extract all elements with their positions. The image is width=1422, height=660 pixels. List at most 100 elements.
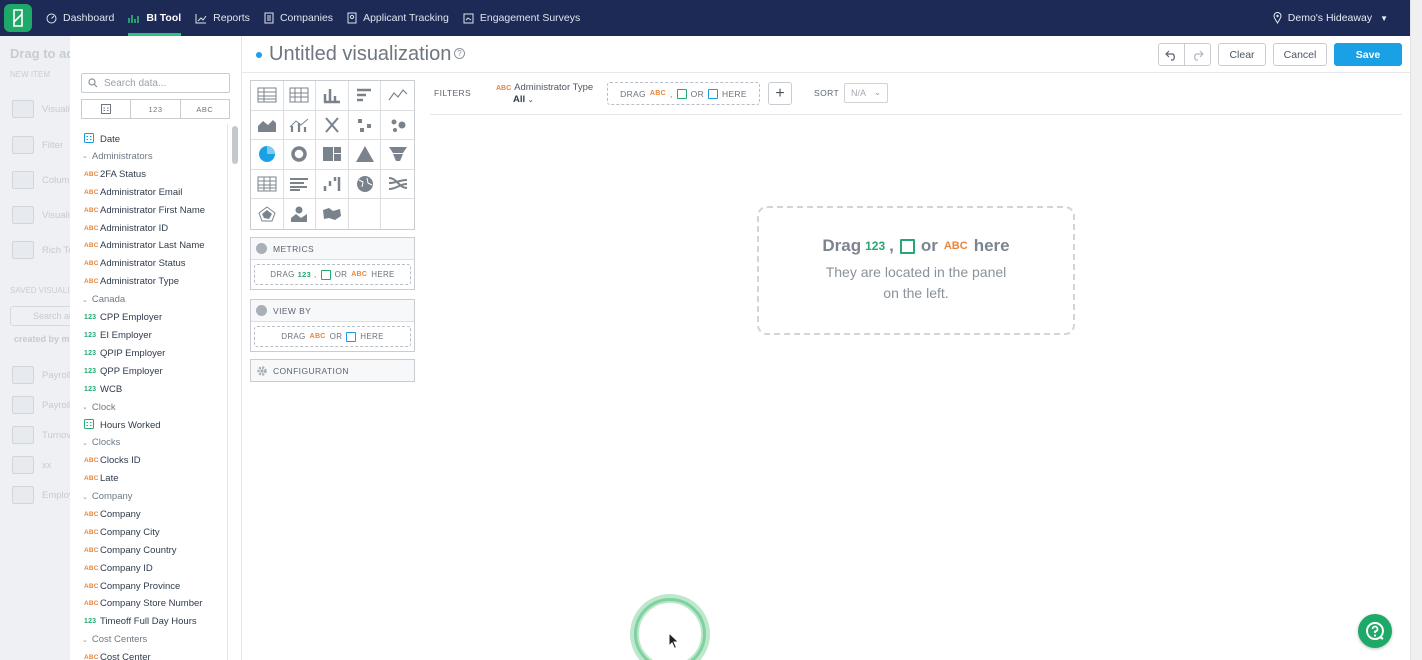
location-selector[interactable]: Demo's Hideaway ▼ xyxy=(1273,0,1388,36)
chart-type-button[interactable] xyxy=(251,81,284,111)
chart-type-button[interactable] xyxy=(381,170,414,200)
undo-button[interactable] xyxy=(1158,43,1185,66)
tab-date-fields[interactable] xyxy=(82,100,132,118)
field-group-header[interactable]: ⌄ Administrators xyxy=(82,151,153,162)
view-by-drop-zone[interactable]: DRAG ABC OR HERE xyxy=(254,326,411,347)
metrics-label: METRICS xyxy=(273,243,315,254)
clear-button[interactable]: Clear xyxy=(1218,43,1266,66)
reports-icon xyxy=(195,13,207,23)
field-group-header[interactable]: ⌄ Clock xyxy=(82,402,116,413)
chart-type-button[interactable] xyxy=(251,140,284,170)
app-logo[interactable] xyxy=(4,4,32,32)
data-field[interactable]: 123 Timeoff Full Day Hours xyxy=(84,616,197,627)
field-group-header[interactable]: ⌄ Company xyxy=(82,491,133,502)
chart-type-button[interactable] xyxy=(348,110,382,141)
data-field[interactable]: ABC Company ID xyxy=(84,563,153,574)
chart-type-button[interactable] xyxy=(381,81,414,111)
data-field[interactable]: ABC 2FA Status xyxy=(84,169,146,180)
chart-type-button[interactable] xyxy=(283,81,317,111)
nav-dashboard[interactable]: Dashboard xyxy=(46,0,114,36)
chart-type-button[interactable] xyxy=(381,140,414,170)
date-type-icon xyxy=(676,88,687,99)
nav-bi-tool[interactable]: BI Tool xyxy=(128,0,181,36)
gear-icon xyxy=(257,365,267,376)
data-field[interactable]: 123 CPP Employer xyxy=(84,312,162,323)
data-field[interactable]: ABC Late xyxy=(84,473,119,484)
chart-type-button[interactable] xyxy=(316,81,349,111)
data-type-tabs: 123 ABC xyxy=(81,99,230,119)
data-field[interactable]: ABC Administrator Last Name xyxy=(84,240,205,251)
visualization-title[interactable]: Untitled visualization xyxy=(269,43,451,66)
data-field[interactable]: ABC Administrator Email xyxy=(84,187,182,198)
help-icon[interactable]: ? xyxy=(454,48,465,59)
text-type-icon: ABC xyxy=(84,475,99,483)
chart-type-button[interactable] xyxy=(251,199,284,229)
canvas-drop-zone[interactable]: Drag 123, or ABC here They are located i… xyxy=(757,206,1075,335)
view-by-header[interactable]: VIEW BY xyxy=(251,300,414,321)
chart-type-button[interactable] xyxy=(348,81,382,111)
data-search-box[interactable] xyxy=(81,73,230,93)
tab-number-fields[interactable]: 123 xyxy=(131,100,181,118)
metrics-drop-zone[interactable]: DRAG 123, OR ABC HERE xyxy=(254,264,411,285)
nav-applicant-tracking[interactable]: Applicant Tracking xyxy=(347,0,449,36)
chart-type-button[interactable] xyxy=(283,110,317,141)
field-group-header[interactable]: ⌄ Cost Centers xyxy=(82,634,147,645)
help-chat-button[interactable] xyxy=(1358,614,1392,648)
save-button[interactable]: Save xyxy=(1334,43,1402,66)
chart-type-button[interactable] xyxy=(284,199,317,229)
data-field[interactable]: ABC Clocks ID xyxy=(84,455,141,466)
field-list-scrollbar[interactable] xyxy=(227,124,241,660)
configuration-header[interactable]: CONFIGURATION xyxy=(251,360,414,381)
data-field[interactable]: Hours Worked xyxy=(84,419,161,431)
tab-text-fields[interactable]: ABC xyxy=(181,100,229,118)
metrics-section: METRICS DRAG 123, OR ABC HERE xyxy=(250,237,415,290)
filter-administrator-type[interactable]: ABC Administrator Type All ⌄ xyxy=(496,82,593,105)
data-field[interactable]: 123 QPIP Employer xyxy=(84,348,165,359)
add-filter-button[interactable]: + xyxy=(768,82,792,105)
loading-spinner-ring xyxy=(634,598,706,660)
data-field[interactable]: ABC Administrator First Name xyxy=(84,205,205,216)
chart-type-button[interactable] xyxy=(381,111,414,141)
data-field[interactable]: ABC Company Store Number xyxy=(84,598,202,609)
filter-drop-zone[interactable]: DRAG ABC, OR HERE xyxy=(607,82,760,105)
data-field[interactable]: ABC Administrator Type xyxy=(84,276,179,287)
chevron-down-icon: ▼ xyxy=(1380,13,1388,23)
chart-type-button[interactable] xyxy=(283,140,317,170)
data-field[interactable]: ABC Administrator Status xyxy=(84,258,186,269)
data-field[interactable]: ABC Administrator ID xyxy=(84,223,168,234)
data-field[interactable]: ABC Company Province xyxy=(84,581,180,592)
field-group-label: Administrators xyxy=(91,150,153,162)
chart-type-button[interactable] xyxy=(348,169,382,200)
redo-button[interactable] xyxy=(1184,43,1211,66)
sort-select[interactable]: N/A ⌄ xyxy=(844,83,888,103)
radar-chart-icon xyxy=(258,206,276,222)
chart-type-button[interactable] xyxy=(251,169,284,200)
data-field[interactable]: 123 WCB xyxy=(84,384,122,395)
chart-type-button[interactable] xyxy=(283,169,317,200)
chart-type-button[interactable] xyxy=(316,199,349,229)
chart-type-button[interactable] xyxy=(251,110,284,141)
data-search-input[interactable] xyxy=(104,77,224,89)
data-field[interactable]: ABC Company Country xyxy=(84,545,177,556)
cancel-button[interactable]: Cancel xyxy=(1273,43,1327,66)
nav-companies[interactable]: Companies xyxy=(264,0,333,36)
scrollbar-thumb[interactable] xyxy=(232,126,238,164)
metrics-header[interactable]: METRICS xyxy=(251,238,414,259)
data-field[interactable]: ABC Cost Center xyxy=(84,652,151,660)
chart-type-button[interactable] xyxy=(348,140,382,170)
data-panel: 123 ABC Date ⌄Administrators ABC2FA Status… xyxy=(70,36,242,660)
data-field[interactable]: ABC Company xyxy=(84,509,141,520)
nav-reports[interactable]: Reports xyxy=(195,0,250,36)
data-field[interactable]: ABC Company City xyxy=(84,527,160,538)
chart-type-button[interactable] xyxy=(316,140,349,170)
data-field[interactable]: 123 EI Employer xyxy=(84,330,152,341)
background-saved-item: Payroll xyxy=(12,366,70,384)
chart-type-button[interactable] xyxy=(316,169,349,200)
chart-type-button[interactable] xyxy=(316,110,349,141)
nav-engagement-surveys[interactable]: Engagement Surveys xyxy=(463,0,580,36)
data-field[interactable]: Date xyxy=(84,133,120,145)
field-group-header[interactable]: ⌄ Clocks xyxy=(82,437,120,448)
data-field[interactable]: 123 QPP Employer xyxy=(84,366,163,377)
page-scrollbar[interactable] xyxy=(1410,0,1422,660)
field-group-header[interactable]: ⌄ Canada xyxy=(82,294,125,305)
